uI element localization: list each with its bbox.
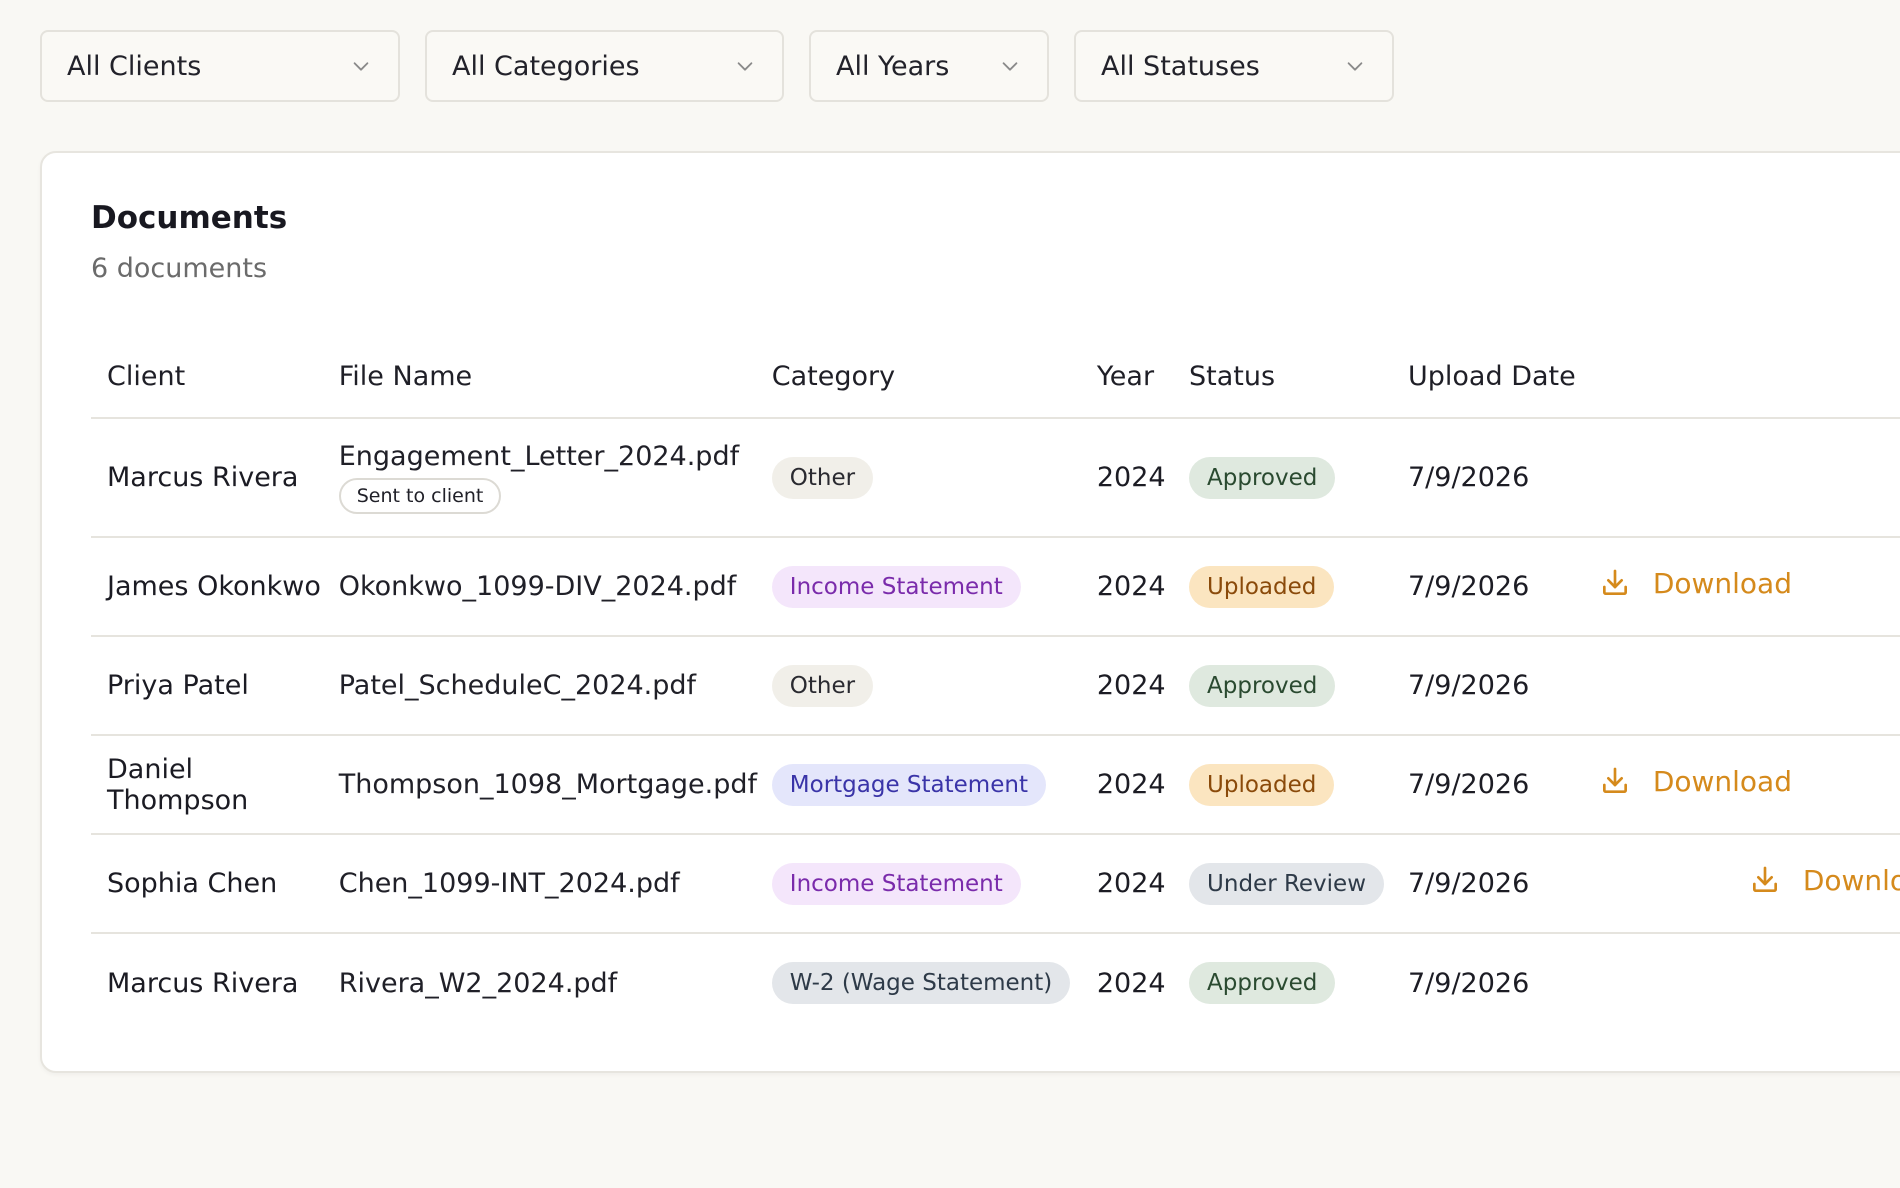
client-name: Sophia Chen [107, 868, 278, 899]
chevron-down-icon [1347, 62, 1363, 71]
upload-date: 7/9/2026 [1408, 571, 1530, 602]
table-row[interactable]: Sophia Chen Chen_1099-INT_2024.pdf Income … [91, 834, 1900, 934]
document-count: 6 documents [91, 253, 268, 284]
file-name: Chen_1099-INT_2024.pdf [338, 868, 680, 899]
header-status[interactable]: Status [1189, 336, 1408, 419]
file-name: Okonkwo_1099-DIV_2024.pdf [338, 571, 737, 602]
documents-card: Documents 6 documents Client File Name C… [40, 151, 1900, 1073]
year: 2024 [1096, 670, 1166, 701]
header-client[interactable]: Client [91, 336, 339, 419]
category-badge: Other [771, 456, 874, 499]
table-row[interactable]: Priya Patel Patel_ScheduleC_2024.pdf Other… [91, 636, 1900, 736]
status-badge: Under Review [1189, 862, 1385, 905]
filter-select[interactable]: All Clients [40, 30, 400, 102]
download-label: Download [1802, 863, 1900, 897]
download-label: Download [1652, 566, 1792, 600]
category-badge: Income Statement [771, 565, 1021, 608]
year: 2024 [1096, 769, 1166, 800]
filter-select[interactable]: All Categories [425, 30, 784, 102]
table-row[interactable]: Marcus Rivera Rivera_W2_2024.pdf W-2 (Wage… [91, 933, 1900, 1032]
header-year[interactable]: Year [1096, 336, 1190, 419]
table-header-row: Client File Name Category Year Status Up… [91, 336, 1900, 419]
upload-date: 7/9/2026 [1408, 769, 1530, 800]
client-name: Marcus Rivera [107, 967, 299, 999]
sent-to-client-badge: Sent to client [338, 478, 502, 514]
upload-date: 7/9/2026 [1408, 868, 1530, 899]
header-upload-date[interactable]: Upload Date [1408, 336, 1599, 419]
card-title: Documents [91, 200, 288, 236]
table-row[interactable]: Daniel Thompson Thompson_1098_Mortgage.pd… [91, 735, 1900, 835]
download-label: Download [1652, 764, 1792, 798]
header-file-name[interactable]: File Name [338, 336, 772, 419]
upload-date: 7/9/2026 [1408, 462, 1530, 493]
status-badge: Uploaded [1189, 565, 1335, 608]
filter-select-value: All Categories [452, 50, 640, 82]
client-name: Daniel Thompson [107, 753, 249, 816]
file-name: Rivera_W2_2024.pdf [338, 967, 618, 999]
client-name: Priya Patel [107, 670, 249, 701]
year: 2024 [1096, 462, 1166, 493]
table-row[interactable]: James Okonkwo Okonkwo_1099-DIV_2024.pdf In… [91, 537, 1900, 637]
category-badge: Income Statement [771, 862, 1021, 905]
header-actions [1598, 336, 1900, 419]
download-button[interactable]: Download [1749, 864, 1900, 897]
client-name: James Okonkwo [107, 571, 321, 602]
file-name: Engagement_Letter_2024.pdf [338, 441, 740, 472]
filter-select-value: All Years [836, 50, 950, 82]
filter-select-value: All Statuses [1101, 50, 1260, 82]
download-icon [1602, 569, 1627, 596]
upload-date: 7/9/2026 [1408, 967, 1530, 999]
chevron-down-icon [1002, 62, 1018, 71]
chevron-down-icon [353, 62, 369, 71]
table-row[interactable]: Marcus Rivera Engagement_Letter_2024.pdf S… [91, 418, 1900, 538]
year: 2024 [1096, 571, 1166, 602]
header-category[interactable]: Category [771, 336, 1097, 419]
filter-select[interactable]: All Statuses [1074, 30, 1394, 102]
category-badge: Other [771, 664, 874, 707]
category-badge: W-2 (Wage Statement) [771, 962, 1071, 1004]
year: 2024 [1096, 967, 1166, 999]
file-name: Patel_ScheduleC_2024.pdf [338, 670, 697, 701]
documents-table: Client File Name Category Year Status Up… [91, 336, 1900, 1032]
filter-select[interactable]: All Years [809, 30, 1049, 102]
category-badge: Mortgage Statement [771, 763, 1046, 806]
download-icon [1752, 866, 1777, 893]
chevron-down-icon [737, 62, 753, 71]
download-icon [1602, 767, 1627, 794]
status-badge: Approved [1189, 664, 1336, 707]
filter-bar: All Clients All Categories All Years All St… [40, 30, 1419, 102]
status-badge: Approved [1189, 456, 1336, 499]
status-badge: Uploaded [1189, 763, 1335, 806]
year: 2024 [1096, 868, 1166, 899]
download-button[interactable]: Download [1599, 765, 1792, 798]
status-badge: Approved [1189, 962, 1336, 1004]
upload-date: 7/9/2026 [1408, 670, 1530, 701]
download-button[interactable]: Download [1599, 567, 1792, 600]
file-name: Thompson_1098_Mortgage.pdf [338, 769, 758, 800]
filter-select-value: All Clients [67, 50, 202, 82]
client-name: Marcus Rivera [107, 462, 299, 493]
